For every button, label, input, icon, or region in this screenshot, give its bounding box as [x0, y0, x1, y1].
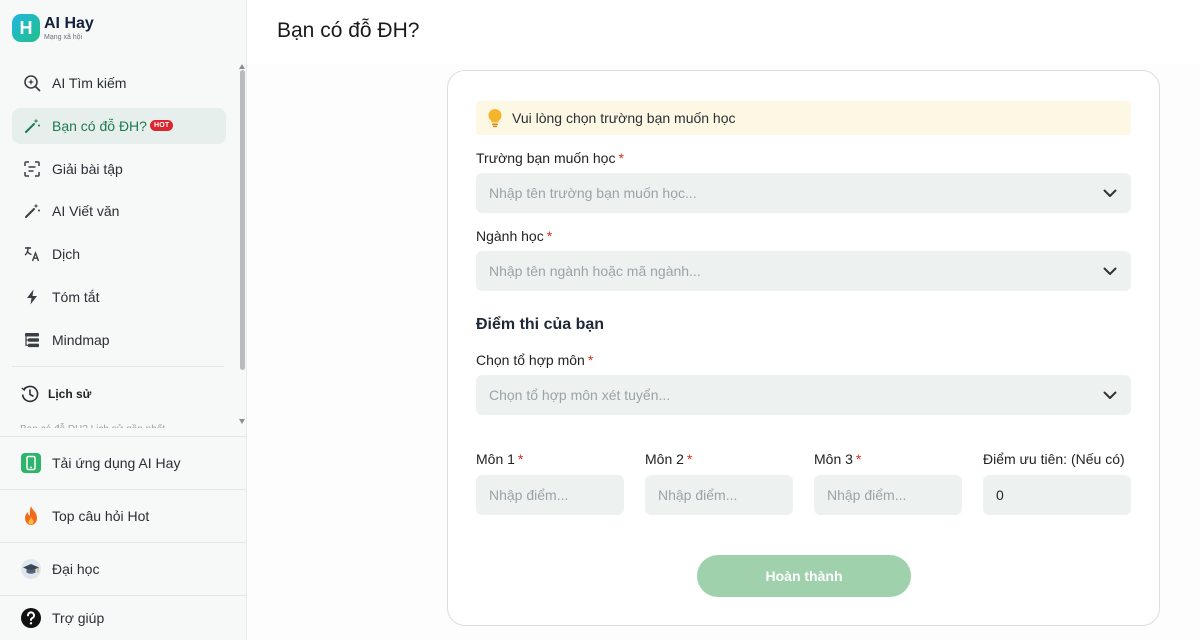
help-icon: [20, 607, 42, 629]
lightning-icon: [22, 287, 42, 307]
sidebar-menu: AI Tìm kiếm Bạn có đỗ ĐH? HOT Giải bài t…: [12, 65, 226, 365]
subject-1-score-input[interactable]: [476, 475, 624, 515]
school-placeholder: Nhập tên trường bạn muốn học...: [489, 185, 697, 201]
bottom-item-label: Đại học: [52, 561, 100, 577]
sidebar-item-ai-search[interactable]: AI Tìm kiếm: [12, 65, 226, 101]
subject-1-label: Môn 1 *: [476, 451, 523, 467]
sidebar-item-university[interactable]: Đại học: [0, 542, 247, 595]
subject-2-label-text: Môn 2: [645, 451, 684, 467]
subject-1-label-text: Môn 1: [476, 451, 515, 467]
admission-form-card: Vui lòng chọn trường bạn muốn học Trường…: [447, 70, 1160, 626]
sidebar-item-homework[interactable]: Giải bài tập: [12, 151, 226, 187]
translate-icon: [22, 244, 42, 264]
graduation-cap-icon: [20, 558, 42, 580]
sidebar: H AI Hay Mạng xã hội AI Tìm kiếm Bạn có …: [0, 0, 247, 640]
lightbulb-icon: [486, 108, 504, 128]
subject-2-label: Môn 2 *: [645, 451, 692, 467]
school-label-text: Trường bạn muốn học: [476, 150, 616, 166]
sidebar-item-label: Tóm tắt: [52, 288, 100, 305]
phone-icon: [20, 452, 42, 474]
required-mark: *: [587, 352, 594, 368]
major-label: Ngành học *: [476, 228, 552, 244]
history-clock-icon: [20, 384, 40, 404]
chevron-down-icon: [1103, 263, 1117, 279]
app-name: AI Hay: [44, 14, 94, 32]
logo-h-icon: H: [12, 14, 40, 42]
subject-3-label-text: Môn 3: [814, 451, 853, 467]
sidebar-item-help[interactable]: Trợ giúp: [0, 595, 247, 640]
bottom-item-label: Tải ứng dụng AI Hay: [52, 455, 181, 471]
required-mark: *: [686, 451, 693, 467]
required-mark: *: [855, 451, 862, 467]
notice-banner: Vui lòng chọn trường bạn muốn học: [476, 101, 1131, 135]
subject-combo-select[interactable]: Chọn tổ hợp môn xét tuyển...: [476, 375, 1131, 415]
sidebar-item-download-app[interactable]: Tải ứng dụng AI Hay: [0, 436, 247, 489]
sidebar-item-ai-writing[interactable]: AI Viết văn: [12, 193, 226, 229]
combo-placeholder: Chọn tổ hợp môn xét tuyển...: [489, 387, 671, 403]
sidebar-item-label: AI Tìm kiếm: [52, 75, 127, 91]
sidebar-scrollbar[interactable]: [240, 70, 245, 370]
scores-section-title: Điểm thi của bạn: [476, 316, 605, 333]
scan-text-icon: [22, 159, 42, 179]
combo-label-text: Chọn tổ hợp môn: [476, 352, 585, 368]
required-mark: *: [618, 150, 624, 166]
subject-2-score-input[interactable]: [645, 475, 793, 515]
sidebar-item-top-hot[interactable]: Top câu hỏi Hot: [0, 489, 247, 542]
sidebar-item-label: AI Viết văn: [52, 203, 120, 220]
scroll-up-arrow-icon[interactable]: [239, 64, 245, 69]
history-item[interactable]: Bạn có đỗ ĐH? Lịch sử gần nhất: [20, 420, 220, 428]
combo-label: Chọn tổ hợp môn *: [476, 352, 593, 368]
magic-wand-icon: [22, 201, 42, 221]
sidebar-item-university-check[interactable]: Bạn có đỗ ĐH? HOT: [12, 107, 226, 144]
required-mark: *: [517, 451, 524, 467]
sidebar-item-summary[interactable]: Tóm tắt: [12, 279, 226, 315]
scroll-down-arrow-icon[interactable]: [239, 419, 245, 424]
mindmap-icon: [22, 330, 42, 350]
school-label: Trường bạn muốn học *: [476, 150, 624, 166]
notice-text: Vui lòng chọn trường bạn muốn học: [512, 110, 736, 126]
subject-3-label: Môn 3 *: [814, 451, 861, 467]
bottom-item-label: Top câu hỏi Hot: [52, 508, 150, 524]
sidebar-item-label: Mindmap: [52, 331, 110, 348]
history-header[interactable]: Lịch sử: [20, 384, 91, 404]
history-label: Lịch sử: [48, 387, 92, 401]
sidebar-item-label: Bạn có đỗ ĐH?: [52, 117, 147, 134]
chevron-down-icon: [1103, 185, 1117, 201]
logo[interactable]: H AI Hay Mạng xã hội: [12, 14, 94, 42]
priority-label: Điểm ưu tiên: (Nếu có): [983, 451, 1125, 467]
magic-wand-icon: [22, 116, 42, 136]
required-mark: *: [546, 228, 553, 244]
page-title: Bạn có đỗ ĐH?: [277, 19, 420, 42]
sidebar-item-translate[interactable]: Dịch: [12, 236, 226, 272]
sidebar-item-mindmap[interactable]: Mindmap: [12, 322, 226, 358]
priority-score-input[interactable]: [983, 475, 1131, 515]
submit-button[interactable]: Hoàn thành: [697, 555, 911, 597]
school-select[interactable]: Nhập tên trường bạn muốn học...: [476, 173, 1131, 213]
major-placeholder: Nhập tên ngành hoặc mã ngành...: [489, 263, 701, 279]
major-select[interactable]: Nhập tên ngành hoặc mã ngành...: [476, 251, 1131, 291]
app-tagline: Mạng xã hội: [44, 33, 83, 41]
subject-3-score-input[interactable]: [814, 475, 962, 515]
sidebar-item-label: Giải bài tập: [52, 160, 123, 177]
sidebar-divider: [12, 366, 224, 367]
fire-icon: [20, 505, 42, 527]
chevron-down-icon: [1103, 387, 1117, 403]
search-sparkle-icon: [22, 73, 42, 93]
hot-badge: HOT: [149, 120, 174, 132]
bottom-item-label: Trợ giúp: [52, 610, 105, 626]
major-label-text: Ngành học: [476, 228, 544, 244]
sidebar-item-label: Dịch: [52, 246, 81, 263]
